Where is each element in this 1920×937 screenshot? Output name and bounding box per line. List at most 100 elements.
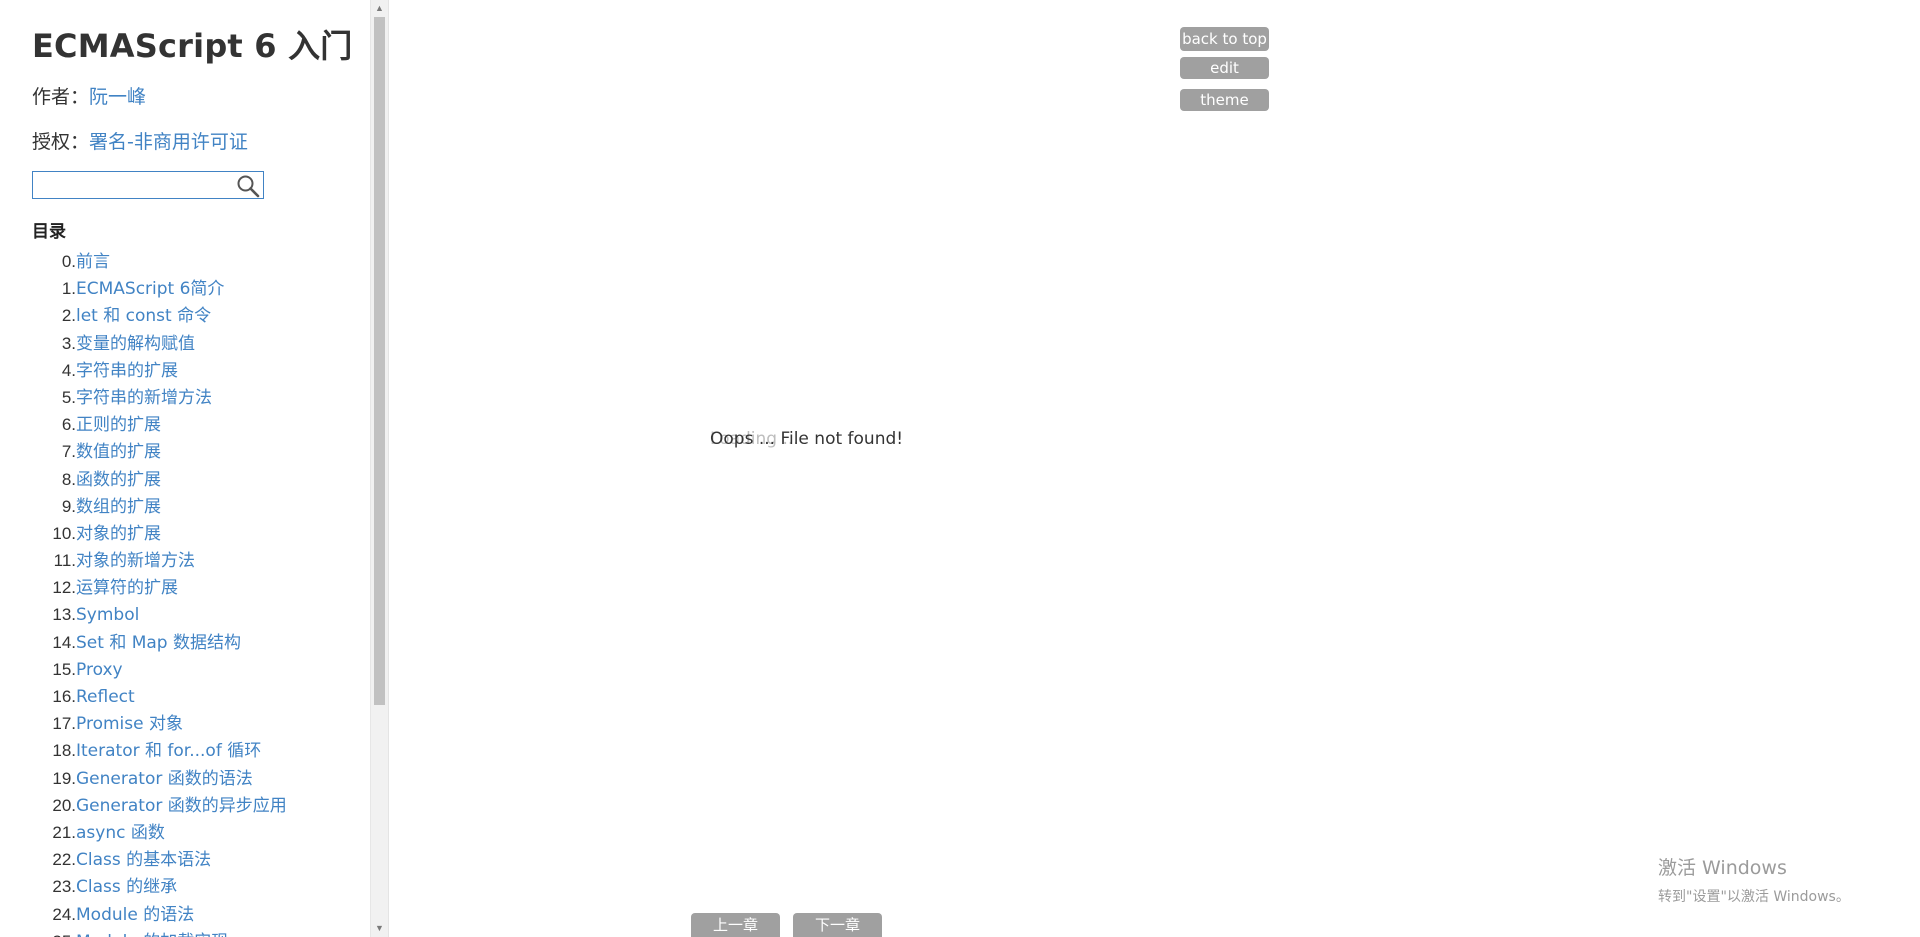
toc-item-link[interactable]: Set 和 Map 数据结构 <box>76 633 241 653</box>
sidebar-scrollbar[interactable]: ▲ ▼ <box>370 0 388 937</box>
toc-item-number: 12. <box>52 578 76 598</box>
toc-item: 5.字符串的新增方法 <box>32 384 352 411</box>
toc-item: 12.运算符的扩展 <box>32 574 352 601</box>
toc-item: 15.Proxy <box>32 656 352 683</box>
license-line: 授权：署名-非商用许可证 <box>32 127 248 154</box>
toc-item-link[interactable]: 数值的扩展 <box>76 442 161 462</box>
toc-item-number: 15. <box>52 659 76 679</box>
edit-button[interactable]: edit <box>1180 57 1269 79</box>
toc-item-link[interactable]: Reflect <box>76 687 135 707</box>
toc-item-number: 24. <box>52 904 76 924</box>
back-to-top-button[interactable]: back to top <box>1180 27 1269 51</box>
search-input[interactable] <box>35 174 230 196</box>
toc-item-number: 3. <box>61 333 76 353</box>
toc-item-number: 10. <box>52 523 76 543</box>
toc-item: 9.数组的扩展 <box>32 493 352 520</box>
toc-item: 7.数值的扩展 <box>32 438 352 465</box>
prev-chapter-button[interactable]: 上一章 <box>691 913 780 937</box>
toc-item-number: 8. <box>61 469 76 489</box>
toc-item: 14.Set 和 Map 数据结构 <box>32 629 352 656</box>
book-title: ECMAScript 6 入门 <box>32 27 353 65</box>
scroll-down-arrow-icon[interactable]: ▼ <box>371 920 388 937</box>
toc-item-number: 25. <box>32 928 76 937</box>
toc-item-number: 7. <box>61 442 76 462</box>
toc-item-link[interactable]: 数组的扩展 <box>76 497 161 517</box>
toc-item-link[interactable]: Promise 对象 <box>76 714 183 734</box>
toc-item-link[interactable]: Class 的基本语法 <box>76 850 211 870</box>
toc-item-link[interactable]: ECMAScript 6简介 <box>76 279 224 299</box>
main-content: back to top edit theme Loading ... Oops … <box>389 0 1920 937</box>
toc-item-number: 4. <box>61 360 76 380</box>
toc-item: 8.函数的扩展 <box>32 466 352 493</box>
toc-heading: 目录 <box>32 222 66 242</box>
toc-item: 10.对象的扩展 <box>32 520 352 547</box>
toc-item-link[interactable]: 字符串的新增方法 <box>76 388 212 408</box>
toc-item: 6.正则的扩展 <box>32 411 352 438</box>
toc-item-number: 9. <box>61 496 76 516</box>
toc-item: 25.Module 的加载实现 <box>32 928 352 937</box>
toc-item-link[interactable]: 函数的扩展 <box>76 470 161 490</box>
toc-item-link[interactable]: Proxy <box>76 660 123 680</box>
toc-item-link[interactable]: Class 的继承 <box>76 877 177 897</box>
toc-item: 23.Class 的继承 <box>32 873 352 900</box>
toc-item-number: 13. <box>52 605 76 625</box>
toc-item-number: 2. <box>61 306 76 326</box>
toc-item-number: 16. <box>52 687 76 706</box>
toc-item: 19.Generator 函数的语法 <box>32 765 352 792</box>
toc-item-number: 5. <box>61 387 76 407</box>
toc-item-link[interactable]: async 函数 <box>76 823 165 843</box>
toc-item-number: 1. <box>61 279 76 299</box>
toc-item-link[interactable]: 变量的解构赋值 <box>76 334 195 354</box>
toc-item-number: 14. <box>52 632 76 652</box>
toc-item-number: 6. <box>61 415 76 435</box>
toc-item-number: 17. <box>52 714 76 734</box>
toc-item: 0.前言 <box>32 248 352 275</box>
toc-item-number: 11. <box>53 551 76 571</box>
scroll-up-arrow-icon[interactable]: ▲ <box>371 0 388 17</box>
author-link[interactable]: 阮一峰 <box>89 86 146 108</box>
toc-item: 21.async 函数 <box>32 819 352 846</box>
toc-item: 22.Class 的基本语法 <box>32 846 352 873</box>
toc-item-number: 20. <box>52 795 76 815</box>
toc-item-number: 19. <box>52 768 76 788</box>
toc-item-link[interactable]: 前言 <box>76 252 110 272</box>
toc-item-link[interactable]: Generator 函数的语法 <box>76 769 253 789</box>
search-box <box>32 171 264 199</box>
toc-item: 16.Reflect <box>32 683 352 710</box>
windows-activation-watermark: 激活 Windows 转到"设置"以激活 Windows。 <box>1658 853 1850 906</box>
sidebar: ECMAScript 6 入门 作者：阮一峰 授权：署名-非商用许可证 目录 0… <box>0 0 370 937</box>
toc-item: 18.Iterator 和 for...of 循环 <box>32 737 352 764</box>
toc-item-link[interactable]: Module 的加载实现 <box>76 932 228 937</box>
toc-item: 24.Module 的语法 <box>32 901 352 928</box>
toc-item: 2.let 和 const 命令 <box>32 302 352 329</box>
next-chapter-button[interactable]: 下一章 <box>793 913 882 937</box>
toc-item: 3.变量的解构赋值 <box>32 330 352 357</box>
scroll-thumb[interactable] <box>374 17 385 705</box>
toc-item: 11.对象的新增方法 <box>32 547 352 574</box>
toc-item-link[interactable]: 正则的扩展 <box>76 415 161 435</box>
license-label: 授权： <box>32 132 90 153</box>
toc-item-link[interactable]: 对象的新增方法 <box>76 551 195 571</box>
toc-item-link[interactable]: 对象的扩展 <box>76 524 161 544</box>
author-line: 作者：阮一峰 <box>32 82 146 109</box>
toc-item-link[interactable]: 字符串的扩展 <box>76 361 178 381</box>
author-label: 作者： <box>32 87 90 108</box>
toc-item-link[interactable]: Iterator 和 for...of 循环 <box>76 741 261 761</box>
watermark-title: 激活 Windows <box>1658 857 1787 879</box>
toc-item-number: 22. <box>52 850 76 870</box>
toc-item: 1.ECMAScript 6简介 <box>32 275 352 302</box>
toc-item-number: 18. <box>52 741 76 761</box>
theme-button[interactable]: theme <box>1180 89 1269 111</box>
license-link[interactable]: 署名-非商用许可证 <box>89 131 248 153</box>
toc-item-link[interactable]: Module 的语法 <box>76 905 194 925</box>
toc-item-link[interactable]: 运算符的扩展 <box>76 578 178 598</box>
toc-item-link[interactable]: Symbol <box>76 605 139 625</box>
toc-item-number: 21. <box>52 822 76 842</box>
toc-item: 17.Promise 对象 <box>32 710 352 737</box>
toc-item: 4.字符串的扩展 <box>32 357 352 384</box>
toc-list: 0.前言 1.ECMAScript 6简介 2.let 和 const 命令 3.变量… <box>32 248 352 937</box>
search-icon[interactable] <box>236 174 260 198</box>
toc-item-number: 23. <box>52 877 76 897</box>
toc-item-link[interactable]: Generator 函数的异步应用 <box>76 796 287 816</box>
toc-item-link[interactable]: let 和 const 命令 <box>76 306 211 326</box>
